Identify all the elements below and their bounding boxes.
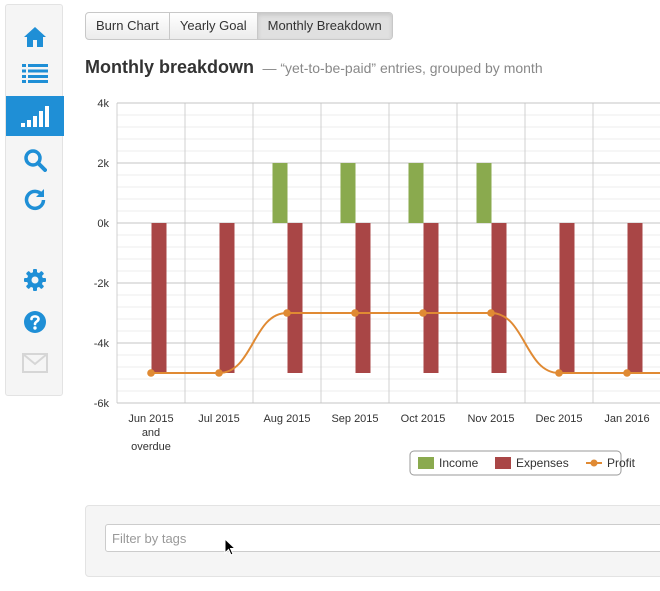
bar-expenses — [491, 223, 507, 373]
bar-income — [272, 163, 288, 223]
profit-point — [623, 369, 631, 377]
sidebar-item-search[interactable] — [6, 140, 64, 180]
x-tick-label: Dec 2015 — [535, 413, 582, 425]
page-subtitle: — “yet-to-be-paid” entries, grouped by m… — [262, 60, 543, 76]
legend-label-expenses: Expenses — [516, 456, 569, 470]
profit-point — [147, 369, 155, 377]
y-tick-label: -4k — [94, 338, 110, 350]
profit-point — [215, 369, 223, 377]
profit-point — [487, 309, 495, 317]
refresh-icon — [24, 189, 46, 210]
x-tick-label: Sep 2015 — [331, 413, 378, 425]
y-tick-label: 4k — [97, 98, 109, 110]
search-icon — [24, 149, 47, 172]
bar-signal-icon — [21, 106, 49, 127]
chart-legend: Income Expenses Profit — [409, 450, 636, 476]
filter-tags-input[interactable] — [105, 524, 660, 552]
bar-expenses — [219, 223, 235, 373]
legend-marker-profit — [590, 459, 598, 467]
bar-expenses — [423, 223, 439, 373]
bar-expenses — [151, 223, 167, 373]
y-tick-label: 0k — [97, 218, 109, 230]
y-tick-label: -2k — [94, 278, 110, 290]
bar-expenses — [559, 223, 575, 373]
profit-point — [351, 309, 359, 317]
bar-income — [476, 163, 492, 223]
y-tick-label: -6k — [94, 398, 110, 410]
x-tick-label: Jun 2015 and overdue — [128, 413, 173, 453]
bar-income — [340, 163, 356, 223]
profit-point — [555, 369, 563, 377]
help-icon — [24, 311, 46, 333]
x-tick-label: Jul 2015 — [198, 413, 240, 425]
sidebar-item-help[interactable] — [6, 302, 64, 342]
x-tick-label: Nov 2015 — [467, 413, 514, 425]
bar-expenses — [355, 223, 371, 373]
bar-expenses — [287, 223, 303, 373]
profit-point — [419, 309, 427, 317]
legend-label-income: Income — [439, 456, 479, 470]
sidebar-item-home[interactable] — [6, 17, 64, 57]
x-tick-label: Jan 2016 — [604, 413, 649, 425]
report-tabs: Burn Chart Yearly Goal Monthly Breakdown — [85, 12, 393, 40]
list-icon — [22, 64, 48, 83]
x-tick-label: Aug 2015 — [263, 413, 310, 425]
sidebar-item-refresh[interactable] — [6, 179, 64, 219]
sidebar-item-list[interactable] — [6, 53, 64, 93]
mouse-cursor-icon — [224, 538, 236, 556]
sidebar-item-reports[interactable] — [6, 96, 64, 136]
tab-yearly-goal[interactable]: Yearly Goal — [170, 13, 258, 39]
gear-icon — [24, 269, 46, 291]
home-icon — [24, 27, 46, 47]
monthly-breakdown-chart: 4k 2k 0k -2k -4k -6k Jun 2015 and overdue Jul 201… — [94, 98, 660, 476]
legend-swatch-income — [418, 457, 434, 469]
legend-swatch-expenses — [495, 457, 511, 469]
legend-label-profit: Profit — [607, 456, 636, 470]
x-tick-label: Oct 2015 — [401, 413, 446, 425]
sidebar-nav — [5, 4, 64, 396]
tab-monthly-breakdown[interactable]: Monthly Breakdown — [257, 13, 392, 39]
bar-expenses — [627, 223, 643, 373]
mail-icon — [22, 353, 48, 373]
page-heading: Monthly breakdown — “yet-to-be-paid” ent… — [85, 57, 543, 78]
profit-point — [283, 309, 291, 317]
page-title: Monthly breakdown — [85, 57, 255, 77]
sidebar-item-mail — [6, 343, 64, 383]
y-tick-label: 2k — [97, 158, 109, 170]
bar-income — [408, 163, 424, 223]
sidebar-item-settings[interactable] — [6, 260, 64, 300]
tab-burn-chart[interactable]: Burn Chart — [86, 13, 170, 39]
